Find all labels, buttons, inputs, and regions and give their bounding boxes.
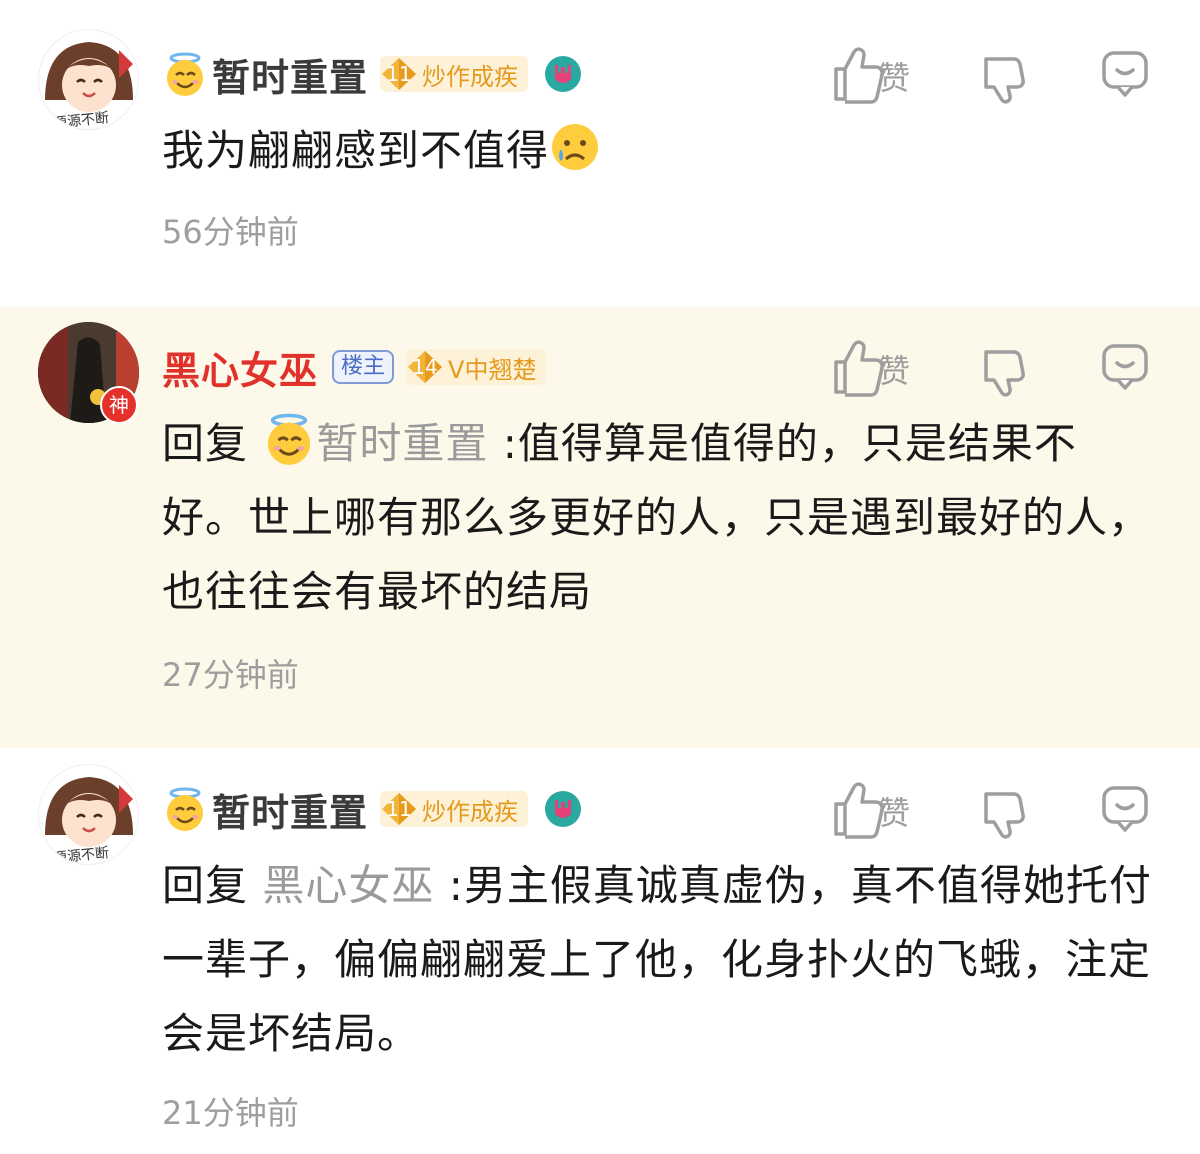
- like-label[interactable]: 赞: [878, 346, 910, 392]
- comment-actions: 赞: [820, 338, 1160, 398]
- reply-to-user[interactable]: 黑心女巫: [262, 861, 434, 910]
- owner-tag: 楼主: [332, 350, 395, 384]
- comment-text: 我为翩翩感到不值得: [162, 126, 550, 175]
- avatar[interactable]: 源源不断: [38, 29, 139, 130]
- rock-hand-icon: [545, 791, 582, 827]
- comment-actions: 赞: [820, 780, 1160, 840]
- comment-text-block[interactable]: 回复 暂时重置 :值得算是值得的，只是结果不好。世上哪有那么多更好的人，只是遇到…: [162, 407, 1162, 629]
- level-title: 炒作成疾: [422, 62, 519, 91]
- reply-prefix: 回复: [162, 861, 249, 910]
- crying-face-icon: [552, 124, 599, 170]
- username[interactable]: 暂时重置: [212, 782, 368, 837]
- comment-text-block[interactable]: 我为翩翩感到不值得: [162, 114, 1162, 188]
- level-number: 11: [386, 62, 412, 86]
- like-label[interactable]: 赞: [878, 53, 910, 99]
- level-badge[interactable]: 11 炒作成疾: [380, 791, 529, 827]
- avatar[interactable]: 源源不断: [38, 764, 139, 865]
- name-row: 暂时重置 11 炒作成疾: [162, 47, 582, 102]
- level-title: V中翘楚: [448, 355, 537, 384]
- level-title: 炒作成疾: [422, 797, 519, 826]
- halo-smile-icon: [165, 52, 205, 97]
- comment-actions: 赞: [820, 45, 1160, 105]
- halo-smile-icon: [165, 787, 205, 832]
- thumb-down-icon[interactable]: [980, 786, 1032, 842]
- timestamp: 21分钟前: [162, 1094, 299, 1132]
- reply-chat-icon[interactable]: [1100, 342, 1152, 394]
- level-number: 11: [386, 797, 412, 821]
- thumb-down-icon[interactable]: [980, 51, 1032, 107]
- comment-text-block[interactable]: 回复 黑心女巫 :男主假真诚真虚伪，真不值得她托付一辈子，偏偏翩翩爱上了他，化身…: [162, 849, 1162, 1071]
- comment-item: 神 黑心女巫 楼主 14 V中翘楚 赞 回复 暂时重置 :值得算是值得的，只是结…: [0, 307, 1200, 748]
- username[interactable]: 暂时重置: [212, 47, 368, 102]
- god-badge: 神: [100, 386, 138, 424]
- timestamp: 27分钟前: [162, 656, 299, 694]
- reply-prefix: 回复: [162, 419, 249, 468]
- reply-chat-icon[interactable]: [1100, 784, 1152, 836]
- name-row: 黑心女巫 楼主 14 V中翘楚: [162, 340, 547, 395]
- reply-chat-icon[interactable]: [1100, 49, 1152, 101]
- comment-item: 源源不断 暂时重置 11 炒作成疾 赞 回复 黑心女巫 :男主假真诚真虚伪，真不…: [0, 748, 1200, 1154]
- level-badge[interactable]: 14 V中翘楚: [406, 349, 547, 385]
- thumb-down-icon[interactable]: [980, 344, 1032, 400]
- like-label[interactable]: 赞: [878, 788, 910, 834]
- username[interactable]: 黑心女巫: [162, 340, 318, 395]
- rock-hand-icon: [545, 56, 582, 92]
- level-badge[interactable]: 11 炒作成疾: [380, 56, 529, 92]
- name-row: 暂时重置 11 炒作成疾: [162, 782, 582, 837]
- reply-to-user[interactable]: 暂时重置: [316, 419, 488, 468]
- comment-item: 源源不断 暂时重置 11 炒作成疾 赞 我为翩翩感到不值得 56分钟前: [0, 0, 1200, 307]
- timestamp: 56分钟前: [162, 213, 299, 251]
- level-number: 14: [412, 355, 438, 379]
- halo-smile-icon: [266, 413, 313, 466]
